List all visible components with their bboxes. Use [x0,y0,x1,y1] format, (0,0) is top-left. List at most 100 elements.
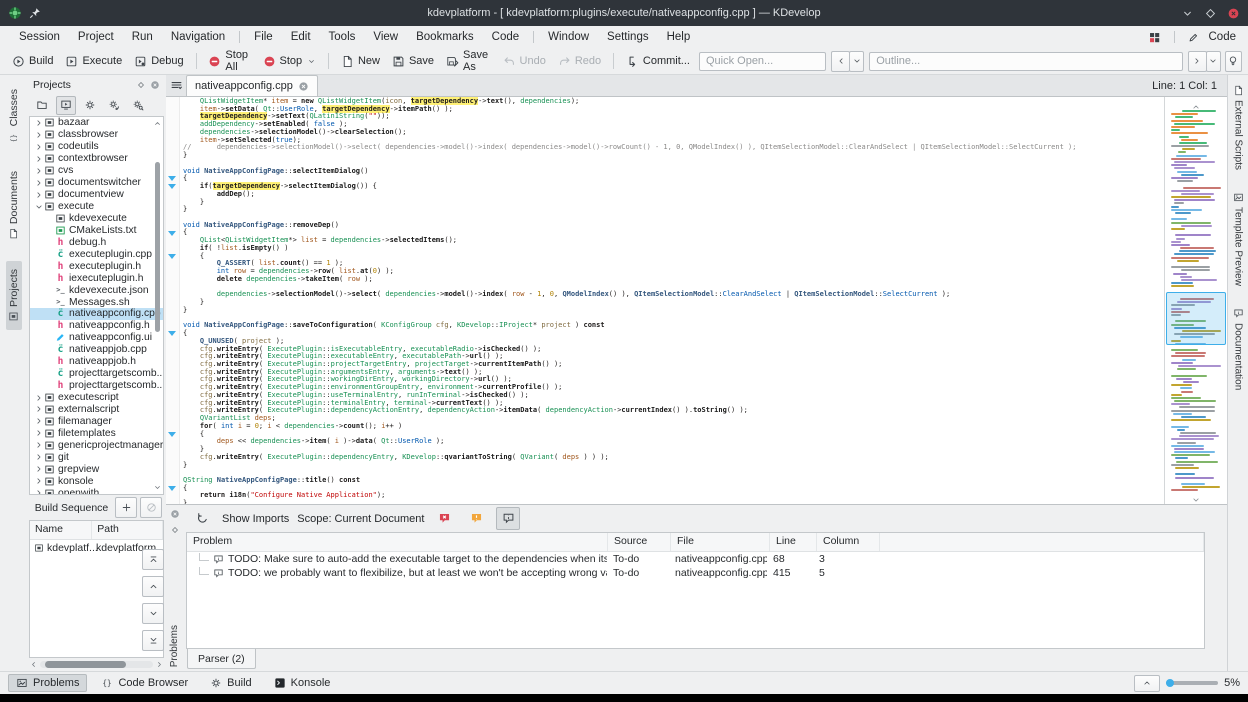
debug-button[interactable]: Debug [129,53,188,70]
tree-item-contextbrowser[interactable]: contextbrowser [30,153,163,165]
problems-col-column[interactable]: Column [817,533,880,551]
tree-item-executeplugin-cpp[interactable]: c̈ executeplugin.cpp [30,248,163,260]
outline-field[interactable]: Outline... [869,51,1183,71]
menu-project[interactable]: Project [69,30,123,44]
move-down-button[interactable] [142,603,164,624]
menu-window[interactable]: Window [539,30,598,44]
chevron-right-icon[interactable] [34,416,44,426]
statusbar-code-browser-button[interactable]: {} Code Browser [93,674,196,692]
quick-open-field[interactable]: Quick Open... [698,51,827,71]
minimap-down-icon[interactable] [1191,492,1201,502]
area-switcher-code[interactable]: Code [1207,30,1239,44]
commit-button[interactable]: Commit... [621,53,695,70]
close-icon[interactable] [1227,7,1240,20]
menu-navigation[interactable]: Navigation [162,30,234,44]
scroll-right-icon[interactable] [155,660,164,669]
chevron-right-icon[interactable] [34,476,44,486]
menu-view[interactable]: View [364,30,407,44]
problems-col-file[interactable]: File [671,533,770,551]
tree-item-projecttargetscomb-[interactable]: h projecttargetscomb... [30,380,163,392]
tree-item-kdevexecute-json[interactable]: >_ kdevexecute.json [30,284,163,296]
tree-item-cmakelists-txt[interactable]: CMakeLists.txt [30,224,163,236]
fold-marker-icon[interactable] [168,184,176,190]
problems-col-line[interactable]: Line [770,533,817,551]
menu-tools[interactable]: Tools [320,30,365,44]
tree-item-nativeappconfig-cpp[interactable]: c̈ nativeappconfig.cpp [30,308,163,320]
next-button[interactable] [1187,50,1207,72]
redo-button[interactable]: Redo [553,53,606,70]
pin-icon[interactable] [28,6,42,20]
chevron-right-icon[interactable] [34,178,44,188]
activities-grid-icon[interactable] [1148,31,1161,44]
minimap-up-icon[interactable] [1191,99,1201,109]
save-button[interactable]: Save [387,53,439,70]
chevron-right-icon[interactable] [34,166,44,176]
show-imports-button[interactable]: Show Imports [222,513,289,525]
chevron-right-icon[interactable] [34,118,44,128]
dock-tab-classes[interactable]: {} Classes [6,81,22,149]
chevron-right-icon[interactable] [34,452,44,462]
filter-warnings-button[interactable] [464,507,488,530]
scroll-left-icon[interactable] [29,660,38,669]
execute-button[interactable]: Execute [60,53,127,70]
chevron-right-icon[interactable] [34,190,44,200]
filter-errors-button[interactable] [432,507,456,530]
tree-item-filemanager[interactable]: filemanager [30,415,163,427]
folder-button[interactable] [32,96,52,115]
tree-item-nativeappjob-cpp[interactable]: c̈ nativeappjob.cpp [30,344,163,356]
tree-item-iexecuteplugin-h[interactable]: h iexecuteplugin.h [30,272,163,284]
tree-item-execute[interactable]: execute [30,201,163,213]
tree-scrollbar-handle[interactable] [155,162,160,332]
gear-button[interactable] [80,96,100,115]
tree-item-externalscript[interactable]: externalscript [30,404,163,416]
fold-marker-icon[interactable] [168,431,176,437]
maximize-icon[interactable] [1204,7,1217,20]
chevron-right-icon[interactable] [34,440,44,450]
tab-nativeappconfig[interactable]: nativeappconfig.cpp [186,75,318,96]
build-button[interactable]: Build [7,53,58,70]
problems-col-problem[interactable]: Problem [187,533,608,551]
tab-close-icon[interactable] [298,81,309,92]
move-top-button[interactable] [142,549,164,570]
remove-from-build-sequence-button[interactable] [140,497,162,518]
fold-marker-icon[interactable] [168,486,176,491]
chevron-right-icon[interactable] [34,130,44,140]
zoom-slider-handle[interactable] [1166,679,1175,687]
tab-parser[interactable]: Parser (2) [187,649,256,669]
bs-col-name[interactable]: Name [30,521,93,539]
menu-help[interactable]: Help [658,30,700,44]
fold-marker-icon[interactable] [168,230,176,236]
menu-settings[interactable]: Settings [598,30,658,44]
minimap-scrollbar[interactable] [1164,97,1227,504]
filter-hints-button[interactable] [496,507,521,530]
tree-item-nativeappjob-h[interactable]: h nativeappjob.h [30,356,163,368]
tree-item-filetemplates[interactable]: filetemplates [30,427,163,439]
scope-dropdown[interactable]: Scope: Current Document [297,513,424,525]
hscrollbar-handle[interactable] [44,661,126,668]
tree-item-bazaar[interactable]: bazaar [30,117,163,129]
statusbar-konsole-button[interactable]: Konsole [266,674,339,692]
move-up-button[interactable] [142,576,164,597]
tree-item-codeutils[interactable]: codeutils [30,141,163,153]
tree-item-kdevexecute[interactable]: kdevexecute [30,213,163,225]
chevron-right-icon[interactable] [34,404,44,414]
tree-item-grepview[interactable]: grepview [30,463,163,475]
menu-file[interactable]: File [245,30,282,44]
menu-code[interactable]: Code [483,30,529,44]
chevron-right-icon[interactable] [34,488,44,494]
document-list-button[interactable] [166,76,186,96]
menu-edit[interactable]: Edit [282,30,320,44]
stop-all-button[interactable]: Stop All [203,47,255,75]
tree-item-git[interactable]: git [30,451,163,463]
next-button-dropdown[interactable] [1205,50,1221,72]
dock-tab-documentation[interactable]: Documentation [1233,308,1244,390]
zoom-slider[interactable] [1166,679,1219,687]
problem-row[interactable]: TODO: we probably want to flexibilize, b… [187,566,1204,580]
statusbar-problems-button[interactable]: Problems [8,674,88,692]
fold-marker-icon[interactable] [168,176,176,182]
chevron-right-icon[interactable] [34,154,44,164]
close-panel-icon[interactable] [150,80,160,90]
menu-session[interactable]: Session [10,30,69,44]
menu-bookmarks[interactable]: Bookmarks [407,30,483,44]
minimap-viewport[interactable] [1166,292,1226,345]
